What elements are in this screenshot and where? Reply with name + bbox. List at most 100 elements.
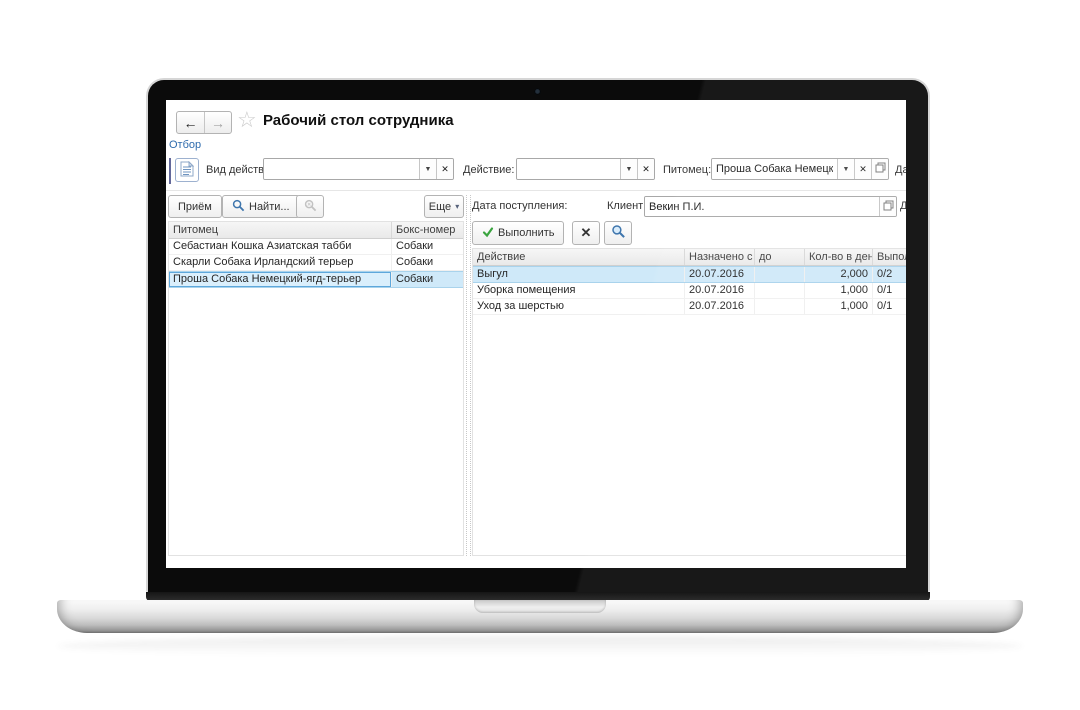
column-header-box[interactable]: Бокс-номер [392, 222, 463, 238]
clear-search-button[interactable] [296, 195, 324, 218]
more-button-label: Еще [429, 201, 451, 213]
column-header-per-day[interactable]: Кол-во в день [805, 249, 873, 265]
search-icon [232, 199, 245, 215]
forward-arrow-icon: → [211, 115, 225, 131]
action-kind-combo: ▼ ✕ [263, 158, 454, 180]
action-dropdown-button[interactable]: ▼ [620, 159, 637, 179]
action-cell: Уборка помещения [473, 283, 685, 298]
clear-icon: ✕ [441, 164, 449, 175]
cancel-icon: ✕ [581, 225, 592, 241]
action-clear-button[interactable]: ✕ [637, 159, 654, 179]
forward-button[interactable]: → [204, 112, 231, 133]
laptop-base-notch [474, 600, 606, 613]
box-cell: Собаки [392, 272, 463, 287]
search-icon [611, 224, 626, 242]
execute-button[interactable]: Выполнить [472, 221, 564, 245]
chevron-down-icon: ▾ [455, 202, 459, 211]
table-row[interactable]: Себастиан Кошка Азиатская табби Собаки [169, 239, 463, 255]
table-row-selected[interactable]: Проша Собака Немецкий-ягд-терьер Собаки [169, 271, 463, 288]
filter-link[interactable]: Отбор [169, 139, 201, 151]
choose-icon [883, 200, 894, 214]
column-header-assigned-from[interactable]: Назначено с [685, 249, 755, 265]
page-title: Рабочий стол сотрудника [263, 112, 454, 129]
table-row[interactable]: Уборка помещения 20.07.2016 1,000 0/1 [473, 283, 906, 299]
arrival-date-label: Дата поступления: [472, 200, 567, 212]
action-kind-clear-button[interactable]: ✕ [436, 159, 453, 179]
assigned-to-cell [755, 283, 805, 298]
search-off-icon [304, 199, 317, 215]
box-cell: Собаки [392, 239, 463, 254]
choose-icon [875, 162, 886, 176]
nav-button-group: ← → [176, 111, 232, 134]
filter-settings-button[interactable] [175, 158, 199, 182]
per-day-cell: 1,000 [805, 283, 873, 298]
filter-trailing-label-clipped: Дата [895, 164, 906, 176]
table-row[interactable]: Скарли Собака Ирландский терьер Собаки [169, 255, 463, 271]
pet-cell: Скарли Собака Ирландский терьер [169, 255, 392, 270]
assigned-from-cell: 20.07.2016 [685, 267, 755, 282]
action-kind-input[interactable] [264, 159, 419, 179]
search-magnifier-button[interactable] [604, 221, 632, 245]
favorite-star-icon[interactable]: ☆ [237, 109, 257, 131]
laptop-reflection [57, 636, 1023, 656]
clear-icon: ✕ [642, 164, 650, 175]
find-button-label: Найти... [249, 201, 290, 213]
page: ← → ☆ Рабочий стол сотрудника Отбор [0, 0, 1080, 710]
pet-label: Питомец: [663, 164, 711, 176]
pet-choose-button[interactable] [871, 159, 888, 179]
laptop-base [57, 600, 1023, 633]
assigned-to-cell [755, 299, 805, 314]
pet-combo: ▼ ✕ [711, 158, 889, 180]
column-header-done[interactable]: Выполнено [873, 249, 906, 265]
check-icon [482, 226, 494, 241]
table-row[interactable]: Уход за шерстью 20.07.2016 1,000 0/1 [473, 299, 906, 315]
per-day-cell: 2,000 [805, 267, 873, 282]
back-arrow-icon: ← [184, 115, 198, 131]
action-input[interactable] [517, 159, 620, 179]
box-cell: Собаки [392, 255, 463, 270]
pet-clear-button[interactable]: ✕ [854, 159, 871, 179]
pet-dropdown-button[interactable]: ▼ [837, 159, 854, 179]
assigned-from-cell: 20.07.2016 [685, 283, 755, 298]
clear-icon: ✕ [859, 164, 867, 175]
priem-button[interactable]: Приём [168, 195, 222, 218]
find-button[interactable]: Найти... [222, 195, 300, 218]
app-window: ← → ☆ Рабочий стол сотрудника Отбор [166, 100, 906, 568]
client-choose-button[interactable] [879, 197, 896, 216]
pet-input[interactable] [712, 159, 837, 179]
actions-table: Действие Назначено с до Кол-во в день Вы… [472, 248, 906, 556]
pet-cell: Себастиан Кошка Азиатская табби [169, 239, 392, 254]
done-cell: 0/1 [873, 299, 906, 314]
back-button[interactable]: ← [177, 112, 204, 133]
action-cell: Уход за шерстью [473, 299, 685, 314]
cancel-button[interactable]: ✕ [572, 221, 600, 245]
action-label: Действие: [463, 164, 514, 176]
chevron-down-icon: ▼ [425, 166, 432, 173]
pet-cell-focused: Проша Собака Немецкий-ягд-терьер [169, 272, 392, 287]
laptop-screen-bezel: ← → ☆ Рабочий стол сотрудника Отбор [146, 78, 930, 592]
document-icon [180, 161, 194, 180]
client-input[interactable] [645, 197, 879, 216]
more-button[interactable]: Еще ▾ [424, 195, 464, 218]
action-cell: Выгул [473, 267, 685, 282]
filter-accent-bar [169, 158, 171, 184]
done-cell: 0/2 [873, 267, 906, 282]
done-cell: 0/1 [873, 283, 906, 298]
action-combo: ▼ ✕ [516, 158, 655, 180]
per-day-cell: 1,000 [805, 299, 873, 314]
chevron-down-icon: ▼ [626, 166, 633, 173]
column-header-pet[interactable]: Питомец [169, 222, 392, 238]
execute-button-label: Выполнить [498, 227, 554, 239]
column-header-action[interactable]: Действие [473, 249, 685, 265]
actions-table-header: Действие Назначено с до Кол-во в день Вы… [473, 249, 906, 266]
action-kind-dropdown-button[interactable]: ▼ [419, 159, 436, 179]
filter-separator [166, 190, 906, 191]
assigned-to-cell [755, 267, 805, 282]
table-row-selected[interactable]: Выгул 20.07.2016 2,000 0/2 [473, 266, 906, 283]
webcam [534, 88, 541, 95]
client-trailing-label-clipped: Дата [900, 200, 906, 212]
pets-table-header: Питомец Бокс-номер [169, 222, 463, 239]
column-header-assigned-to[interactable]: до [755, 249, 805, 265]
pane-splitter[interactable] [466, 195, 471, 556]
priem-button-label: Приём [178, 201, 212, 213]
